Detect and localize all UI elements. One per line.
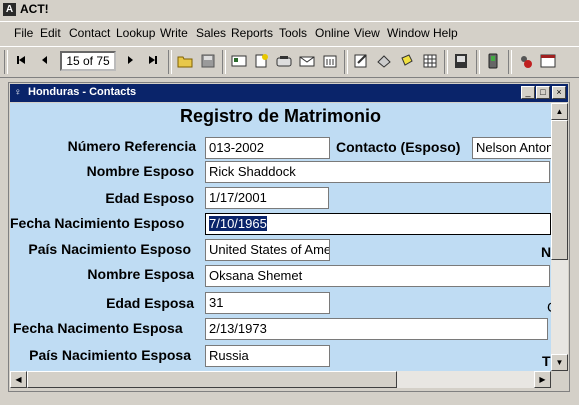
minimize-button[interactable]: _ bbox=[521, 86, 535, 99]
meeting-icon[interactable] bbox=[322, 53, 338, 69]
field-label-fecha-nacimento-esposa: Fecha Nacimento Esposa bbox=[13, 320, 183, 336]
scroll-left-button[interactable]: ◀ bbox=[10, 371, 27, 388]
layout-icon[interactable] bbox=[540, 53, 556, 69]
vertical-scrollbar[interactable]: ▲ ▼ bbox=[551, 103, 568, 371]
form-title: Registro de Matrimonio bbox=[179, 106, 381, 126]
field-label-edad-esposo: Edad Esposo bbox=[105, 190, 194, 206]
letter-icon[interactable] bbox=[299, 53, 315, 69]
field-label-pais-nacimiento-esposa: País Nacimiento Esposa bbox=[29, 347, 191, 363]
save-disk-icon[interactable] bbox=[200, 53, 216, 69]
handheld-sync-icon[interactable] bbox=[485, 53, 501, 69]
calendar-grid-icon[interactable] bbox=[422, 53, 438, 69]
menu-help[interactable]: Help bbox=[433, 26, 458, 40]
contact-card-icon[interactable] bbox=[231, 53, 247, 69]
close-button[interactable]: × bbox=[552, 86, 566, 99]
field-label-pais-nacimiento-esposo: País Nacimiento Esposo bbox=[28, 241, 191, 257]
contact-label: Contacto (Esposo) bbox=[336, 139, 461, 155]
maximize-button[interactable]: □ bbox=[536, 86, 550, 99]
contact-form: Registro de Matrimonio Número Referencia… bbox=[10, 103, 551, 371]
field-label-nombre-esposo: Nombre Esposo bbox=[86, 163, 194, 179]
next-record-icon bbox=[128, 56, 133, 64]
app-title-bar: A ACT! bbox=[0, 0, 579, 20]
vertical-scroll-thumb[interactable] bbox=[551, 120, 568, 260]
field-label-fecha-nacimiento-esposo: Fecha Nacimiento Esposo bbox=[10, 215, 185, 231]
app-title: ACT! bbox=[20, 2, 49, 16]
numero-referencia-field[interactable]: 013-2002 bbox=[205, 137, 330, 159]
menu-lookup[interactable]: Lookup bbox=[116, 26, 155, 40]
window-icon: ♀ bbox=[14, 87, 22, 98]
contact-field[interactable]: Nelson Anton bbox=[472, 137, 551, 159]
last-record-icon bbox=[149, 56, 157, 64]
clipped-label-n: N bbox=[541, 244, 551, 260]
edad-esposo-field[interactable]: 1/17/2001 bbox=[205, 187, 329, 209]
toolbar-separator bbox=[4, 50, 8, 74]
menu-reports[interactable]: Reports bbox=[231, 26, 273, 40]
menu-write[interactable]: Write bbox=[160, 26, 188, 40]
toolbar-separator bbox=[344, 50, 348, 74]
menu-sales[interactable]: Sales bbox=[196, 26, 226, 40]
edad-esposa-field[interactable]: 31 bbox=[205, 292, 330, 314]
open-folder-icon[interactable] bbox=[177, 53, 193, 69]
scroll-up-button[interactable]: ▲ bbox=[551, 103, 568, 120]
nombre-esposa-field[interactable]: Oksana Shemet bbox=[205, 265, 550, 287]
notes-icon[interactable] bbox=[353, 53, 369, 69]
menu-bar: File Edit Contact Lookup Write Sales Rep… bbox=[0, 21, 579, 44]
scroll-right-button[interactable]: ▶ bbox=[534, 371, 551, 388]
menu-contact[interactable]: Contact bbox=[69, 26, 110, 40]
previous-record-icon bbox=[42, 56, 47, 64]
highlighter-icon[interactable] bbox=[399, 53, 415, 69]
new-contact-icon[interactable] bbox=[253, 53, 269, 69]
toolbar-separator bbox=[168, 50, 172, 74]
field-label-nombre-esposa: Nombre Esposa bbox=[87, 266, 194, 282]
scrollbar-corner bbox=[551, 371, 568, 388]
phone-icon[interactable] bbox=[276, 53, 292, 69]
contacts-window-title-bar: ♀ Honduras - Contacts _ □ × bbox=[10, 84, 568, 102]
selected-text: 7/10/1965 bbox=[209, 216, 267, 231]
first-record-button[interactable] bbox=[11, 52, 31, 72]
record-position[interactable]: 15 of 75 bbox=[60, 51, 116, 71]
menu-window[interactable]: Window bbox=[387, 26, 430, 40]
menu-view[interactable]: View bbox=[354, 26, 380, 40]
toolbar-separator bbox=[222, 50, 226, 74]
remove-contact-icon[interactable] bbox=[517, 53, 533, 69]
scroll-down-button[interactable]: ▼ bbox=[551, 354, 568, 371]
menu-online[interactable]: Online bbox=[315, 26, 350, 40]
act-logo-icon: A bbox=[3, 3, 16, 16]
last-record-button[interactable] bbox=[143, 52, 163, 72]
pais-nacimiento-esposo-field[interactable]: United States of Ame bbox=[205, 239, 330, 261]
toolbar: 15 of 75 bbox=[0, 46, 579, 78]
field-label-numero-referencia: Número Referencia bbox=[67, 138, 196, 154]
field-label-edad-esposa: Edad Esposa bbox=[106, 295, 194, 311]
menu-edit[interactable]: Edit bbox=[40, 26, 61, 40]
menu-tools[interactable]: Tools bbox=[279, 26, 307, 40]
previous-record-button[interactable] bbox=[35, 52, 55, 72]
horizontal-scrollbar[interactable]: ◀ ▶ bbox=[10, 371, 551, 388]
toolbar-separator bbox=[508, 50, 512, 74]
fecha-nacimiento-esposo-field[interactable]: 7/10/1965 bbox=[205, 213, 551, 235]
address-book-icon[interactable] bbox=[453, 53, 469, 69]
first-record-icon bbox=[17, 56, 25, 64]
horizontal-scroll-thumb[interactable] bbox=[27, 371, 397, 388]
fecha-nacimento-esposa-field[interactable]: 2/13/1973 bbox=[205, 318, 548, 340]
toolbar-separator bbox=[444, 50, 448, 74]
toolbar-separator bbox=[476, 50, 480, 74]
window-title: Honduras - Contacts bbox=[28, 86, 137, 98]
next-record-button[interactable] bbox=[120, 52, 140, 72]
group-icon[interactable] bbox=[376, 53, 392, 69]
nombre-esposo-field[interactable]: Rick Shaddock bbox=[205, 161, 550, 183]
pais-nacimiento-esposa-field[interactable]: Russia bbox=[205, 345, 330, 367]
clipped-label-t: T bbox=[542, 353, 551, 369]
menu-file[interactable]: File bbox=[14, 26, 33, 40]
